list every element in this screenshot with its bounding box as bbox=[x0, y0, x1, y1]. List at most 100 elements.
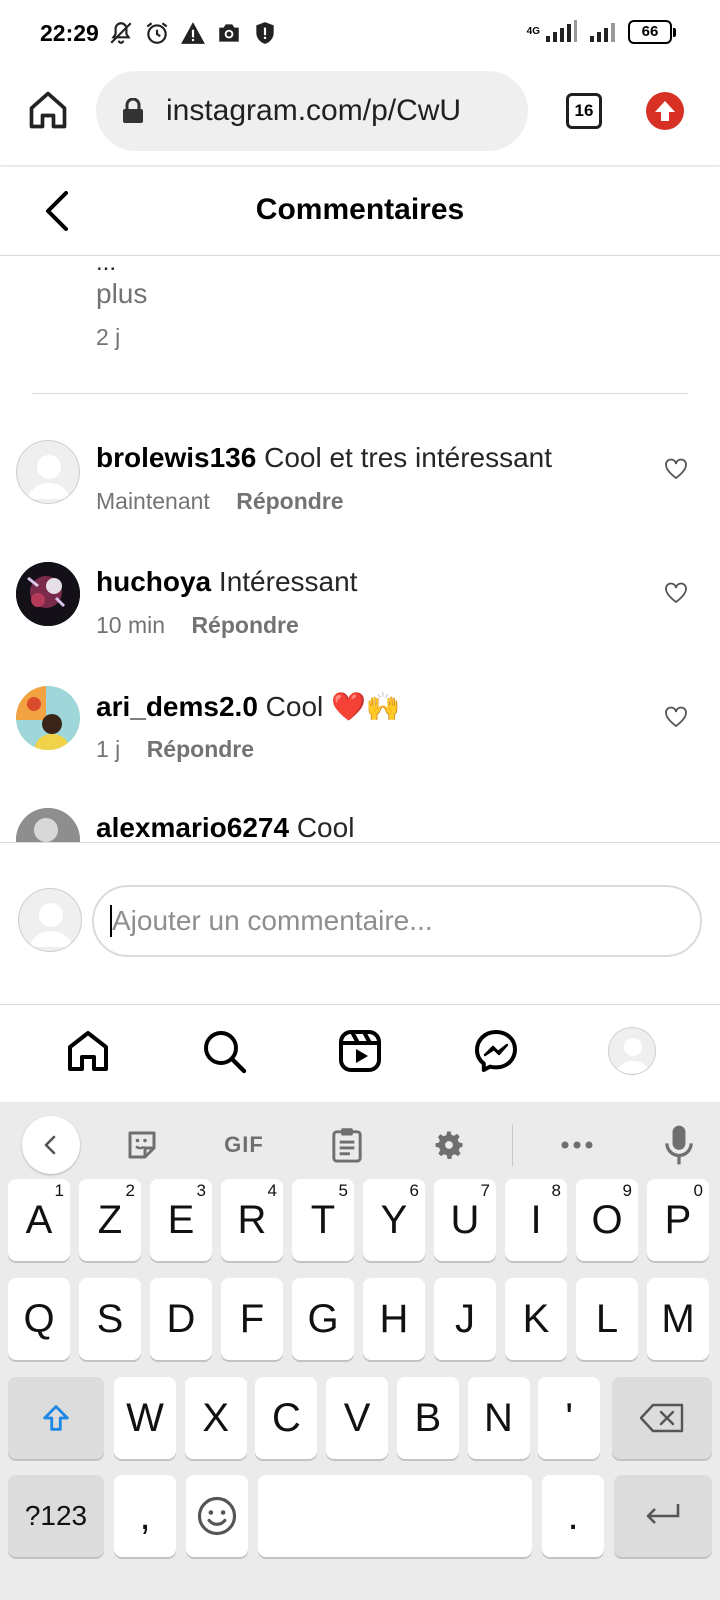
nav-home-button[interactable] bbox=[64, 1027, 112, 1075]
key-hint: 1 bbox=[54, 1181, 64, 1200]
key-q[interactable]: Q bbox=[8, 1278, 70, 1360]
alarm-icon bbox=[144, 20, 170, 46]
update-button[interactable] bbox=[646, 92, 684, 130]
enter-key[interactable] bbox=[614, 1475, 712, 1557]
nav-messenger-button[interactable] bbox=[472, 1027, 520, 1075]
arrow-up-icon bbox=[43, 1405, 69, 1431]
key-label: U bbox=[450, 1197, 480, 1242]
symbols-key[interactable]: ?123 bbox=[8, 1475, 104, 1557]
backspace-key[interactable] bbox=[612, 1377, 712, 1459]
key-label: E bbox=[167, 1197, 195, 1242]
heart-icon[interactable] bbox=[664, 706, 688, 728]
key-p[interactable]: P0 bbox=[647, 1179, 709, 1261]
key-hint: 2 bbox=[125, 1181, 135, 1200]
keyboard-toolbar: GIF bbox=[0, 1102, 720, 1188]
comment-username[interactable]: huchoya bbox=[96, 566, 211, 597]
key-hint: 7 bbox=[480, 1181, 490, 1200]
address-bar[interactable]: instagram.com/p/CwU bbox=[96, 71, 528, 151]
voice-input-button[interactable] bbox=[650, 1116, 708, 1174]
key-k[interactable]: K bbox=[505, 1278, 567, 1360]
warning-icon bbox=[180, 20, 206, 46]
comment-username[interactable]: alexmario6274 bbox=[96, 812, 289, 842]
gear-icon bbox=[435, 1131, 463, 1159]
avatar[interactable] bbox=[16, 686, 80, 750]
comment-input[interactable] bbox=[92, 885, 702, 957]
key-d[interactable]: D bbox=[150, 1278, 212, 1360]
comment-username[interactable]: ari_dems2.0 bbox=[96, 691, 258, 722]
key-label: P bbox=[664, 1197, 692, 1242]
key-b[interactable]: B bbox=[396, 1377, 459, 1459]
nav-reels-button[interactable] bbox=[336, 1027, 384, 1075]
home-icon bbox=[29, 91, 67, 129]
comment-username[interactable]: brolewis136 bbox=[96, 442, 256, 473]
key-j[interactable]: J bbox=[434, 1278, 496, 1360]
nav-profile-button[interactable] bbox=[608, 1027, 656, 1075]
key-v[interactable]: V bbox=[326, 1377, 389, 1459]
status-right: 4G 66 bbox=[527, 20, 676, 44]
key-w[interactable]: W bbox=[114, 1377, 176, 1459]
list-item: huchoya Intéressant 10 min Répondre bbox=[0, 562, 720, 666]
url-text: instagram.com/p/CwU bbox=[166, 94, 462, 127]
comment-body: Cool et tres intéressant bbox=[264, 442, 553, 473]
sticker-button[interactable] bbox=[113, 1116, 171, 1174]
key-a[interactable]: A1 bbox=[8, 1179, 70, 1261]
soft-keyboard: GIF A1Z2E3R4T5Y6U7I8O9P0 QSDFGHJKLM WXCV… bbox=[0, 1102, 720, 1600]
backspace-icon bbox=[639, 1403, 684, 1433]
reply-button[interactable]: Répondre bbox=[191, 612, 298, 638]
heart-icon[interactable] bbox=[664, 582, 688, 604]
key-y[interactable]: Y6 bbox=[363, 1179, 425, 1261]
caption-more-link[interactable]: plus bbox=[96, 278, 147, 310]
browser-home-button[interactable] bbox=[26, 88, 70, 132]
browser-toolbar: instagram.com/p/CwU 16 bbox=[0, 66, 720, 166]
key-i[interactable]: I8 bbox=[505, 1179, 567, 1261]
keyboard-collapse-button[interactable] bbox=[22, 1116, 80, 1174]
key-hint: 4 bbox=[267, 1181, 277, 1200]
comment-time: Maintenant bbox=[96, 488, 210, 514]
key-n[interactable]: N bbox=[467, 1377, 530, 1459]
key-f[interactable]: F bbox=[221, 1278, 283, 1360]
avatar[interactable] bbox=[16, 440, 80, 504]
heart-icon[interactable] bbox=[664, 458, 688, 480]
key-h[interactable]: H bbox=[363, 1278, 425, 1360]
key-u[interactable]: U7 bbox=[434, 1179, 496, 1261]
status-icons bbox=[108, 20, 278, 46]
key-m[interactable]: M bbox=[647, 1278, 709, 1360]
comma-key[interactable]: , bbox=[114, 1475, 176, 1557]
comment-meta: Maintenant Répondre bbox=[96, 488, 344, 515]
key-s[interactable]: S bbox=[79, 1278, 141, 1360]
mute-icon bbox=[108, 20, 134, 46]
comment-meta: 10 min Répondre bbox=[96, 612, 299, 639]
gif-button[interactable]: GIF bbox=[213, 1116, 275, 1174]
divider bbox=[512, 1124, 513, 1166]
reply-button[interactable]: Répondre bbox=[147, 736, 254, 762]
period-key[interactable]: . bbox=[542, 1475, 604, 1557]
key-r[interactable]: R4 bbox=[221, 1179, 283, 1261]
key-apostrophe[interactable]: ' bbox=[538, 1377, 601, 1459]
key-o[interactable]: O9 bbox=[576, 1179, 638, 1261]
key-g[interactable]: G bbox=[292, 1278, 354, 1360]
microphone-icon bbox=[665, 1125, 693, 1165]
comment-body: Cool bbox=[296, 812, 355, 842]
lock-icon bbox=[123, 98, 143, 123]
key-e[interactable]: E3 bbox=[150, 1179, 212, 1261]
key-l[interactable]: L bbox=[576, 1278, 638, 1360]
emoji-key[interactable] bbox=[186, 1475, 248, 1557]
reply-button[interactable]: Répondre bbox=[236, 488, 343, 514]
shift-key[interactable] bbox=[8, 1377, 104, 1459]
more-options-button[interactable] bbox=[548, 1116, 606, 1174]
key-x[interactable]: X bbox=[184, 1377, 247, 1459]
reels-icon bbox=[339, 1030, 381, 1072]
key-z[interactable]: Z2 bbox=[79, 1179, 141, 1261]
nav-search-button[interactable] bbox=[200, 1027, 248, 1075]
key-c[interactable]: C bbox=[255, 1377, 318, 1459]
clipboard-button[interactable] bbox=[318, 1116, 376, 1174]
comments-list[interactable]: ... plus 2 j brolewis136 Cool et tres in… bbox=[0, 256, 720, 842]
space-key[interactable] bbox=[258, 1475, 532, 1557]
avatar[interactable] bbox=[16, 562, 80, 626]
avatar[interactable] bbox=[16, 808, 80, 842]
keyboard-settings-button[interactable] bbox=[420, 1116, 478, 1174]
key-hint: 3 bbox=[196, 1181, 206, 1200]
comments-header: Commentaires bbox=[0, 167, 720, 256]
tab-switcher-button[interactable]: 16 bbox=[566, 93, 602, 129]
key-t[interactable]: T5 bbox=[292, 1179, 354, 1261]
